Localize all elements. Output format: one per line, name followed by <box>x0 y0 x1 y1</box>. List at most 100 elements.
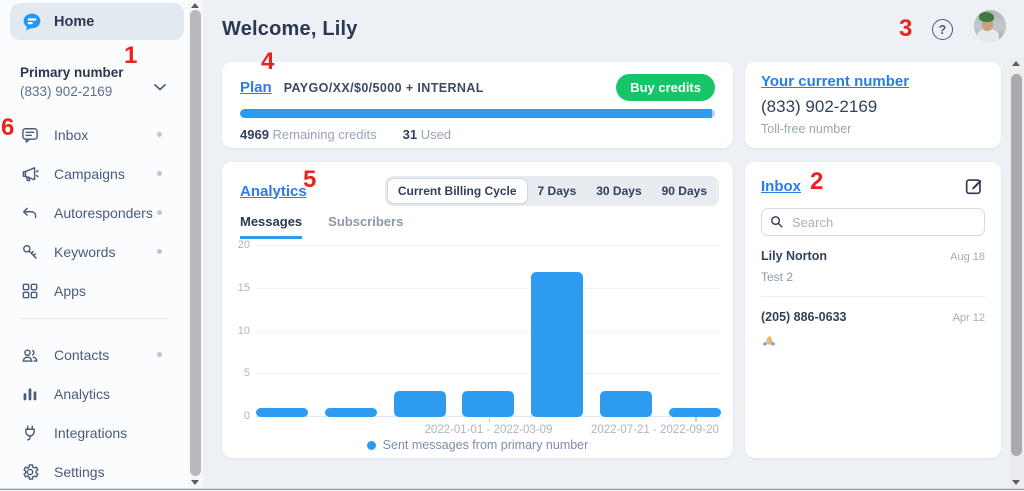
sidebar-item-autoresponders[interactable]: Autoresponders <box>0 193 188 232</box>
sidebar: Home Primary number (833) 902-2169 Inbox… <box>0 0 188 488</box>
inbox-list-item[interactable]: (205) 886-0633Apr 12 <box>761 310 985 350</box>
primary-number-selector[interactable]: Primary number (833) 902-2169 <box>20 65 174 99</box>
annotation-4: 4 <box>261 50 274 74</box>
sidebar-item-apps[interactable]: Apps <box>0 271 188 310</box>
sidebar-item-inbox[interactable]: Inbox <box>0 115 188 154</box>
annotation-1: 1 <box>124 44 137 68</box>
sidebar-item-label: Integrations <box>54 425 127 441</box>
y-axis-label: 0 <box>230 410 250 422</box>
sidebar-scrollbar[interactable] <box>188 0 203 488</box>
range-option-30-days[interactable]: 30 Days <box>586 179 651 203</box>
inbox-search-input[interactable] <box>761 208 985 236</box>
inbox-list-item[interactable]: Lily Norton Aug 18 Test 2 <box>761 249 985 284</box>
sidebar-item-home[interactable]: Home <box>10 3 184 40</box>
annotation-2: 2 <box>810 170 823 194</box>
bar-4[interactable] <box>531 272 583 417</box>
analytics-link[interactable]: Analytics <box>240 183 307 200</box>
chart-legend: Sent messages from primary number <box>222 438 733 452</box>
user-avatar[interactable] <box>974 10 1006 42</box>
conversation-preview: Test 2 <box>761 270 985 284</box>
bars-container <box>256 246 721 417</box>
sidebar-item-campaigns[interactable]: Campaigns <box>0 154 188 193</box>
compose-icon[interactable] <box>963 175 985 197</box>
current-number-type: Toll-free number <box>761 122 985 136</box>
scroll-down-arrow[interactable] <box>191 480 199 485</box>
bar-chart-icon <box>20 384 40 404</box>
used-credits-stat: 31 Used <box>403 127 451 142</box>
search-icon <box>769 214 784 229</box>
scroll-down-arrow[interactable] <box>1012 480 1020 485</box>
page-scrollbar-thumb[interactable] <box>1011 74 1022 456</box>
plug-icon <box>20 423 40 443</box>
bar-2[interactable] <box>394 391 446 417</box>
scroll-up-arrow[interactable] <box>191 3 199 8</box>
grid-icon <box>20 281 40 301</box>
page-scrollbar[interactable] <box>1009 58 1024 488</box>
conversation-name: Lily Norton <box>761 249 827 263</box>
range-option-90-days[interactable]: 90 Days <box>652 179 717 203</box>
date-range-selector: Current Billing Cycle7 Days30 Days90 Day… <box>385 176 719 206</box>
range-option-7-days[interactable]: 7 Days <box>528 179 587 203</box>
sidebar-item-label: Contacts <box>54 347 109 363</box>
current-number-link[interactable]: Your current number <box>761 73 909 90</box>
sidebar-item-label: Campaigns <box>54 166 125 182</box>
inbox-card: Inbox Lily Norton Aug 18 Test 2 (205) 886-0… <box>745 162 1001 458</box>
sidebar-item-keywords[interactable]: Keywords <box>0 232 188 271</box>
conversation-name: (205) 886-0633 <box>761 310 846 324</box>
sidebar-home-label: Home <box>54 14 94 30</box>
remaining-credits-stat: 4969 Remaining credits <box>240 127 377 142</box>
sidebar-item-settings[interactable]: Settings <box>0 452 188 491</box>
megaphone-icon <box>20 164 40 184</box>
tab-subscribers[interactable]: Subscribers <box>328 214 403 239</box>
legend-dot-icon <box>367 441 376 450</box>
sidebar-item-integrations[interactable]: Integrations <box>0 413 188 452</box>
notification-dot <box>157 210 162 215</box>
notification-dot <box>157 249 162 254</box>
current-number-card: Your current number (833) 902-2169 Toll-… <box>745 62 1001 148</box>
chat-bubble-icon <box>20 125 40 145</box>
y-axis-label: 5 <box>230 367 250 379</box>
question-mark-icon: ? <box>939 23 947 37</box>
range-option-current-billing-cycle[interactable]: Current Billing Cycle <box>387 178 528 204</box>
bar-1[interactable] <box>325 408 377 417</box>
sidebar-item-contacts[interactable]: Contacts <box>0 335 188 374</box>
plan-link[interactable]: Plan <box>240 79 272 96</box>
sidebar-item-analytics[interactable]: Analytics <box>0 374 188 413</box>
conversation-date: Aug 18 <box>950 251 985 263</box>
page-title: Welcome, Lily <box>222 18 358 41</box>
reply-arrow-icon <box>20 203 40 223</box>
annotation-6: 6 <box>1 116 14 140</box>
sidebar-item-label: Apps <box>54 283 86 299</box>
bar-0[interactable] <box>256 408 308 417</box>
sidebar-scrollbar-thumb[interactable] <box>190 10 201 476</box>
notification-dot <box>157 132 162 137</box>
sidebar-item-label: Settings <box>54 464 105 480</box>
bar-5[interactable] <box>600 391 652 417</box>
x-axis-label: 2022-01-01 - 2022-03-09 <box>425 424 553 436</box>
contacts-icon <box>20 345 40 365</box>
scroll-up-arrow[interactable] <box>1012 61 1020 66</box>
tab-messages[interactable]: Messages <box>240 214 302 239</box>
slicktext-chat-logo-icon <box>22 12 42 32</box>
inbox-link[interactable]: Inbox <box>761 178 801 195</box>
plan-name: PAYGO/XX/$0/5000 + INTERNAL <box>284 81 484 95</box>
annotation-3: 3 <box>899 17 912 41</box>
annotation-5: 5 <box>303 168 316 192</box>
credits-progress-bar <box>240 109 715 118</box>
current-number-value: (833) 902-2169 <box>761 97 985 117</box>
inbox-item-row: (205) 886-0633Apr 12 <box>761 310 985 324</box>
bar-3[interactable] <box>462 391 514 417</box>
sidebar-item-label: Keywords <box>54 244 115 260</box>
help-button[interactable]: ? <box>932 19 953 40</box>
bar-6[interactable] <box>669 408 721 417</box>
y-axis-label: 20 <box>230 239 250 251</box>
sidebar-item-label: Inbox <box>54 127 88 143</box>
y-axis-label: 10 <box>230 325 250 337</box>
chevron-down-icon <box>150 77 170 97</box>
x-axis-tick <box>695 417 697 422</box>
sidebar-divider <box>20 318 168 319</box>
sidebar-item-label: Analytics <box>54 386 110 402</box>
sidebar-nav-primary: Inbox Campaigns Autoresponders Keywords Apps <box>0 115 188 310</box>
messages-bar-chart: 051015202022-01-01 - 2022-03-092022-07-2… <box>256 246 721 417</box>
buy-credits-button[interactable]: Buy credits <box>616 74 715 101</box>
